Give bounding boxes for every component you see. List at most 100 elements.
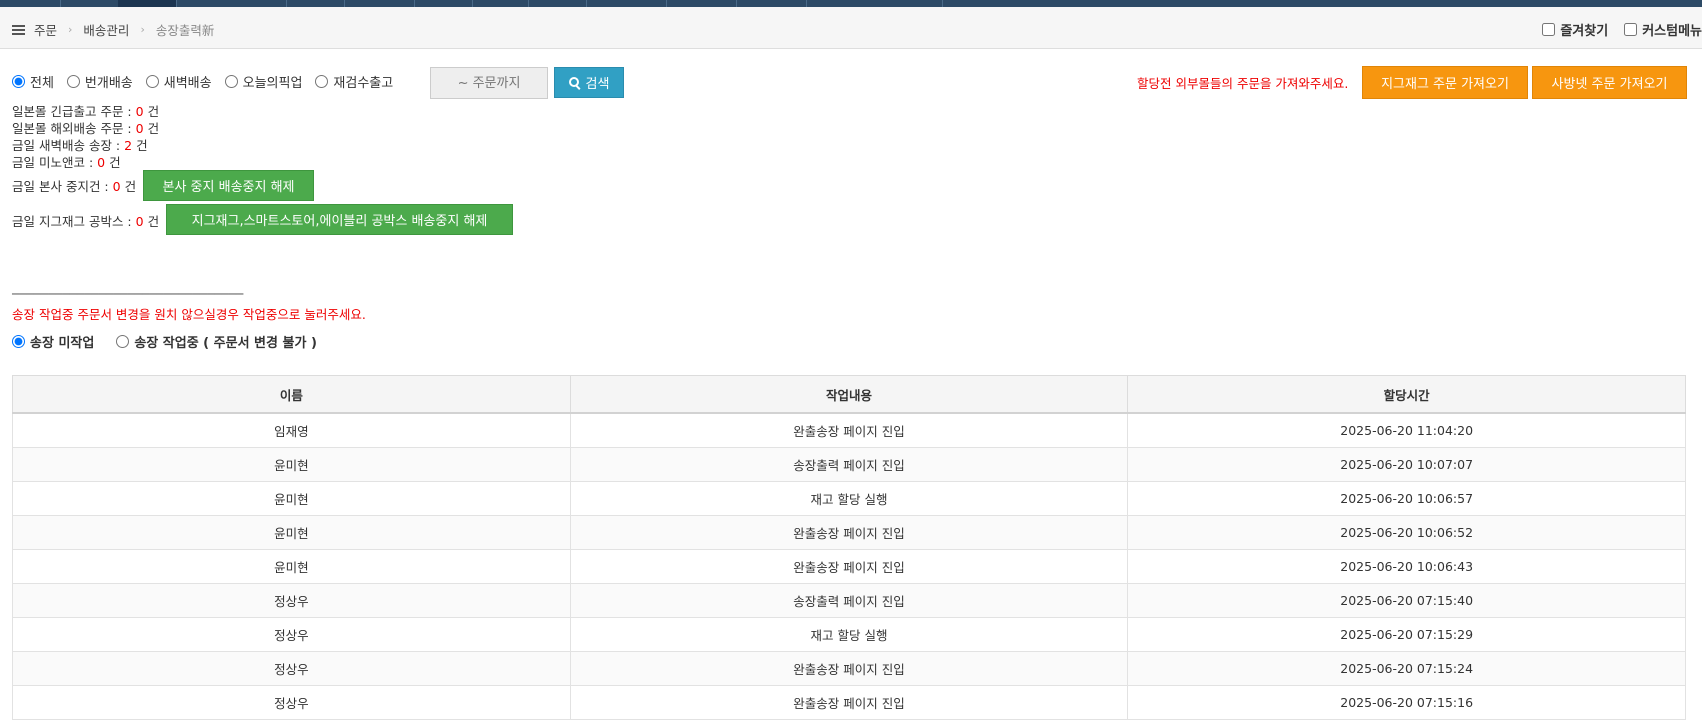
top-nav-segment[interactable] <box>414 0 473 7</box>
stat-count: 0 <box>135 214 144 229</box>
import-note: 할당전 외부몰들의 주문을 가져와주세요. <box>1137 76 1349 91</box>
empty-box-release-button[interactable]: 지그재그,스마트스토어,에이블리 공박스 배송중지 해제 <box>166 204 513 235</box>
filter-label: 번개배송 <box>84 76 133 91</box>
breadcrumb-separator-icon: › <box>68 23 73 36</box>
stat-label: 금일 본사 중지건 : <box>12 179 109 194</box>
top-right-options: 즐겨찾기 커스텀메뉴 <box>1526 20 1702 39</box>
cell-time: 2025-06-20 07:15:29 <box>1127 617 1686 652</box>
top-nav-segment-active[interactable] <box>118 0 177 7</box>
cell-name: 정상우 <box>12 583 571 618</box>
column-header-task: 작업내용 <box>569 375 1129 414</box>
filter-radio-today-pickup[interactable] <box>224 75 238 88</box>
cell-task: 완출송장 페이지 진입 <box>569 651 1129 686</box>
top-nav-segment[interactable] <box>666 0 737 7</box>
column-header-time: 할당시간 <box>1127 375 1686 414</box>
top-nav-segment[interactable] <box>528 0 587 7</box>
cell-name: 윤미현 <box>12 481 571 516</box>
favorites-label: 즐겨찾기 <box>1560 24 1609 39</box>
cell-task: 재고 할당 실행 <box>569 481 1129 516</box>
order-date-input[interactable] <box>430 67 548 99</box>
cell-task: 송장출력 페이지 진입 <box>569 447 1129 482</box>
breadcrumb: 주문 › 배송관리 › 송장출력新 <box>12 20 214 39</box>
top-nav-segment[interactable] <box>176 0 287 7</box>
cell-name: 임재영 <box>12 412 571 448</box>
custom-menu-label: 커스텀메뉴 <box>1642 24 1702 39</box>
breadcrumb-separator-icon: › <box>140 23 145 36</box>
stat-label: 일본몰 긴급출고 주문 : <box>12 104 132 119</box>
zigzag-import-button[interactable]: 지그재그 주문 가져오기 <box>1362 66 1528 99</box>
filter-radio-lightning[interactable] <box>66 75 80 88</box>
top-nav-segment[interactable] <box>736 0 807 7</box>
stat-unit: 건 <box>136 138 148 153</box>
status-radio-not-working[interactable] <box>12 335 25 348</box>
filter-radio-all[interactable] <box>12 75 25 88</box>
status-radio-working[interactable] <box>116 335 130 348</box>
stat-count: 0 <box>112 179 121 194</box>
top-nav-segment[interactable] <box>586 0 667 7</box>
filter-option-dawn[interactable]: 새벽배송 <box>144 72 212 91</box>
table-row: 정상우 송장출력 페이지 진입 2025-06-20 07:15:40 <box>12 583 1686 618</box>
work-warning: 송장 작업중 주문서 변경을 원치 않으실경우 작업중으로 눌러주세요. <box>12 307 366 322</box>
search-icon <box>568 76 581 90</box>
stat-label: 일본몰 해외배송 주문 : <box>12 121 132 136</box>
status-not-working[interactable]: 송장 미작업 <box>10 332 94 351</box>
cell-time: 2025-06-20 10:06:57 <box>1127 481 1686 516</box>
table-header-row: 이름 작업내용 할당시간 <box>12 375 1686 414</box>
top-nav-segment[interactable] <box>286 0 345 7</box>
cell-task: 재고 할당 실행 <box>569 617 1129 652</box>
search-button[interactable]: 검색 <box>554 67 624 98</box>
breadcrumb-item-current: 송장출력新 <box>155 23 215 38</box>
stat-unit: 건 <box>124 179 137 194</box>
breadcrumb-item-order[interactable]: 주문 <box>34 20 57 39</box>
top-nav-segment[interactable] <box>0 0 61 7</box>
cell-time: 2025-06-20 10:07:07 <box>1127 447 1686 482</box>
cell-name: 윤미현 <box>12 447 571 482</box>
filter-option-all[interactable]: 전체 <box>10 72 54 91</box>
sabangnet-import-button[interactable]: 사방넷 주문 가져오기 <box>1532 66 1687 99</box>
stat-count: 2 <box>124 138 133 153</box>
filter-radio-reinspect[interactable] <box>315 75 329 88</box>
stat-unit: 건 <box>109 155 121 170</box>
stat-label: 금일 새벽배송 송장 : <box>12 138 121 153</box>
cell-name: 정상우 <box>12 651 571 686</box>
assignment-log-table: 이름 작업내용 할당시간 임재영 완출송장 페이지 진입 2025-06-20 … <box>12 375 1686 720</box>
filter-label: 전체 <box>30 76 54 91</box>
breadcrumb-item-shipping[interactable]: 배송관리 <box>83 20 129 39</box>
cell-time: 2025-06-20 11:04:20 <box>1127 412 1686 448</box>
filter-radio-dawn[interactable] <box>145 75 159 88</box>
favorites-toggle[interactable]: 즐겨찾기 <box>1542 20 1608 39</box>
filter-option-reinspect[interactable]: 재검수출고 <box>313 72 393 91</box>
filter-label: 새벽배송 <box>163 76 212 91</box>
stat-count: 0 <box>135 104 144 119</box>
cell-time: 2025-06-20 07:15:24 <box>1127 651 1686 686</box>
hq-stop-release-button[interactable]: 본사 중지 배송중지 해제 <box>143 170 314 201</box>
status-label: 송장 미작업 <box>30 336 95 351</box>
invoice-work-status: 송장 미작업 송장 작업중 ( 주문서 변경 불가 ) <box>10 332 337 351</box>
cell-time: 2025-06-20 10:06:43 <box>1127 549 1686 584</box>
status-working[interactable]: 송장 작업중 ( 주문서 변경 불가 ) <box>114 332 317 351</box>
custom-menu-toggle[interactable]: 커스텀메뉴 <box>1624 20 1702 39</box>
top-nav-segment[interactable] <box>806 0 943 7</box>
list-icon <box>12 23 25 37</box>
stat-unit: 건 <box>147 121 160 136</box>
filter-label: 오늘의픽업 <box>242 76 303 91</box>
top-nav-segment[interactable] <box>344 0 415 7</box>
cell-task: 완출송장 페이지 진입 <box>569 549 1129 584</box>
cell-name: 정상우 <box>12 685 571 720</box>
table-row: 윤미현 완출송장 페이지 진입 2025-06-20 10:06:52 <box>12 515 1686 550</box>
breadcrumb-bar: 주문 › 배송관리 › 송장출력新 즐겨찾기 커스텀메뉴 <box>0 7 1702 49</box>
custom-menu-checkbox[interactable] <box>1624 23 1638 36</box>
table-row: 윤미현 완출송장 페이지 진입 2025-06-20 10:06:43 <box>12 549 1686 584</box>
cell-task: 완출송장 페이지 진입 <box>569 412 1129 448</box>
table-row: 정상우 완출송장 페이지 진입 2025-06-20 07:15:24 <box>12 651 1686 686</box>
filter-option-today-pickup[interactable]: 오늘의픽업 <box>223 72 303 91</box>
top-nav-segment[interactable] <box>472 0 529 7</box>
cell-name: 윤미현 <box>12 549 571 584</box>
filter-option-lightning[interactable]: 번개배송 <box>65 72 133 91</box>
cell-task: 송장출력 페이지 진입 <box>569 583 1129 618</box>
top-nav-segment[interactable] <box>60 0 119 7</box>
stat-minoanko: 금일 미노앤코 : 0 건 <box>12 152 121 171</box>
table-row: 윤미현 재고 할당 실행 2025-06-20 10:06:57 <box>12 481 1686 516</box>
favorites-checkbox[interactable] <box>1542 23 1556 36</box>
cell-name: 윤미현 <box>12 515 571 550</box>
